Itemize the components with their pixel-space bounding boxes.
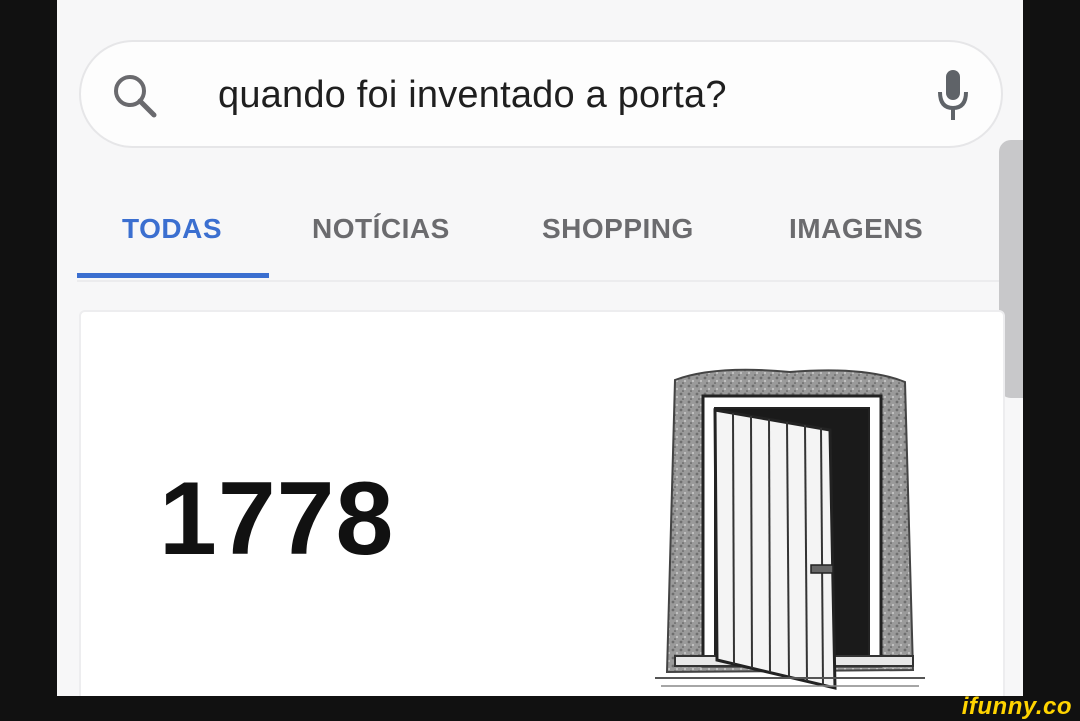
microphone-icon[interactable] (933, 66, 973, 126)
search-tabs: TODAS NOTÍCIAS SHOPPING IMAGENS (77, 205, 997, 285)
active-tab-indicator (77, 273, 269, 278)
search-bar[interactable]: quando foi inventado a porta? (79, 40, 1003, 148)
phone-screen: quando foi inventado a porta? TODAS NOTÍ… (57, 0, 1023, 696)
tab-shopping[interactable]: SHOPPING (542, 213, 694, 245)
answer-value: 1778 (159, 461, 395, 577)
tabs-divider (77, 280, 1003, 282)
featured-answer-card: 1778 (79, 310, 1005, 696)
search-query-text[interactable]: quando foi inventado a porta? (218, 74, 727, 117)
tab-todas[interactable]: TODAS (122, 213, 222, 245)
tab-noticias[interactable]: NOTÍCIAS (312, 213, 450, 245)
search-icon[interactable] (109, 70, 161, 122)
door-illustration (655, 368, 925, 690)
tab-imagens[interactable]: IMAGENS (789, 213, 923, 245)
